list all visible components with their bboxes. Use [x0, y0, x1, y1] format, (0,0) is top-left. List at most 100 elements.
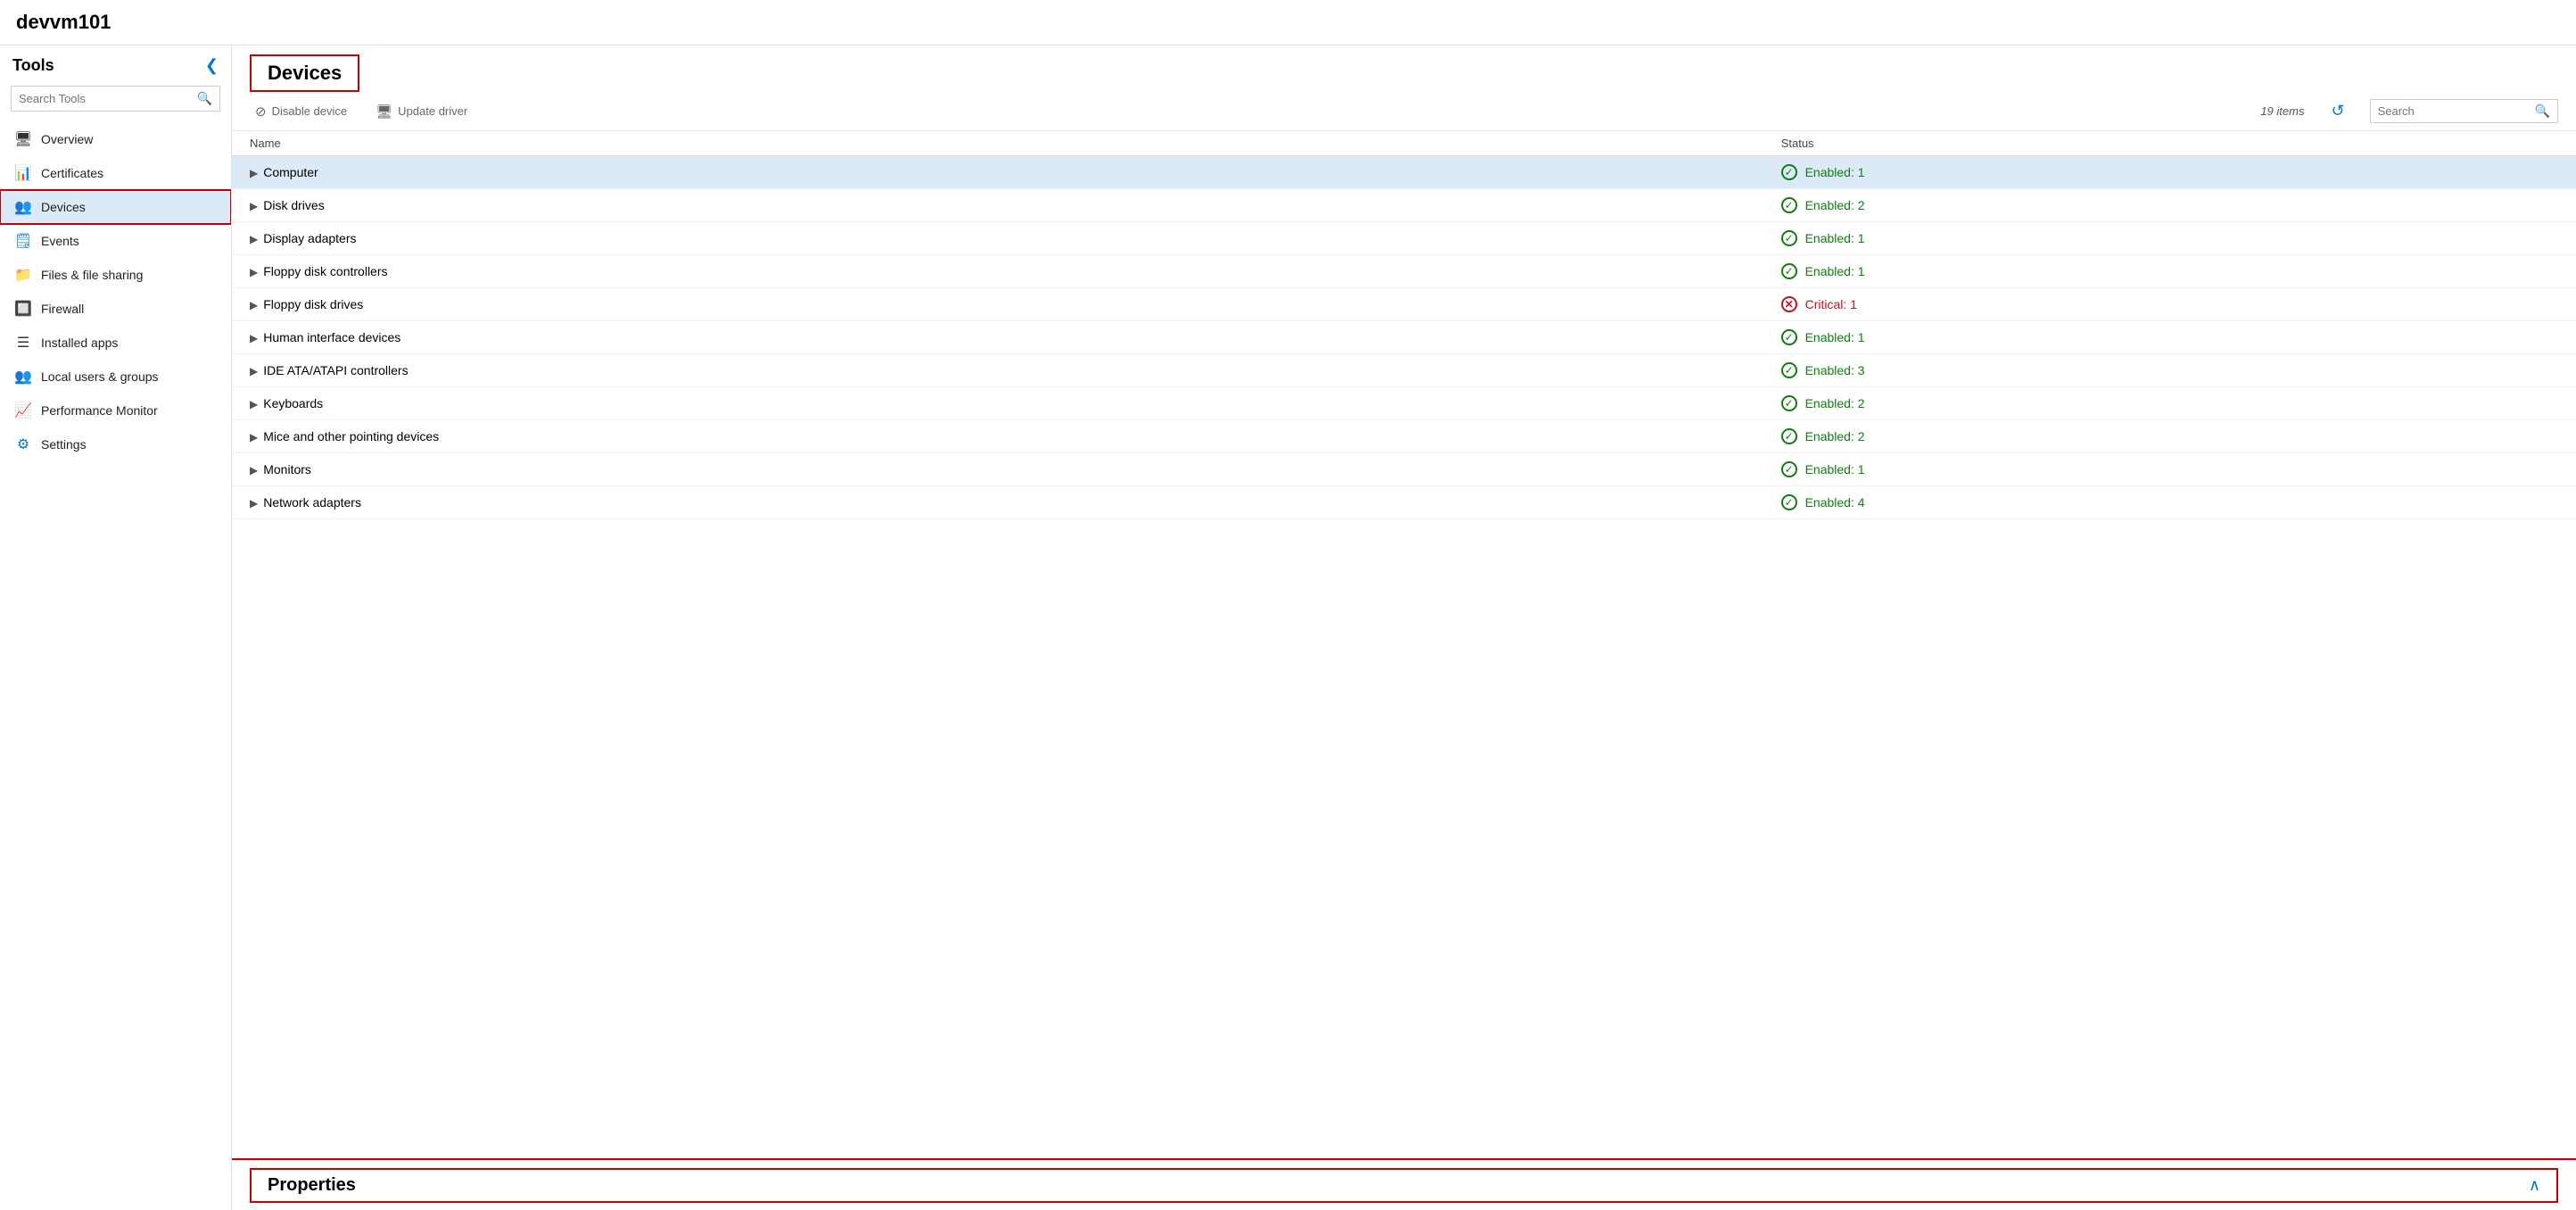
sidebar-item-label-devices: Devices [41, 200, 217, 214]
status-enabled: ✓ Enabled: 1 [1781, 461, 2558, 477]
sidebar-item-files-sharing[interactable]: 📁Files & file sharing [0, 258, 231, 292]
expand-icon[interactable]: ▶ [250, 332, 258, 344]
expand-icon[interactable]: ▶ [250, 398, 258, 410]
enabled-icon: ✓ [1781, 230, 1797, 246]
expand-icon[interactable]: ▶ [250, 365, 258, 377]
sidebar-item-label-settings: Settings [41, 437, 217, 452]
expand-icon[interactable]: ▶ [250, 167, 258, 179]
table-row[interactable]: ▶Floppy disk drives✕ Critical: 1 [232, 288, 2576, 321]
table-row[interactable]: ▶Monitors ✓ Enabled: 1 [232, 453, 2576, 486]
disable-device-button[interactable]: ⊘ Disable device [250, 100, 352, 123]
sidebar-search-box[interactable]: 🔍 [11, 86, 220, 112]
sidebar-item-local-users[interactable]: 👥 Local users & groups [0, 360, 231, 394]
status-enabled: ✓ Enabled: 1 [1781, 164, 2558, 180]
update-driver-icon: 🖥 [376, 104, 392, 120]
device-name-cell: ▶Human interface devices [232, 321, 1763, 354]
device-status-cell: ✓ Enabled: 4 [1763, 486, 2576, 519]
devices-panel: Devices ⊘ Disable device 🖥 Update driver… [232, 46, 2576, 1160]
properties-panel: Properties ∧ [232, 1160, 2576, 1210]
sidebar-title: Tools [12, 56, 54, 75]
enabled-icon: ✓ [1781, 461, 1797, 477]
sidebar-item-label-certificates: Certificates [41, 166, 217, 180]
enabled-icon: ✓ [1781, 197, 1797, 213]
sidebar-collapse-button[interactable]: ❮ [205, 56, 219, 75]
table-row[interactable]: ▶Mice and other pointing devices ✓ Enable… [232, 420, 2576, 453]
sidebar-search-input[interactable] [19, 92, 197, 105]
overview-icon: 🖥 [14, 130, 32, 148]
expand-icon[interactable]: ▶ [250, 431, 258, 443]
panel-title-box: Devices [250, 54, 359, 92]
disable-device-label: Disable device [272, 104, 348, 118]
expand-icon[interactable]: ▶ [250, 464, 258, 477]
device-name-cell: ▶Keyboards [232, 387, 1763, 420]
expand-icon[interactable]: ▶ [250, 233, 258, 245]
device-name-cell: ▶Floppy disk controllers [232, 255, 1763, 288]
sidebar-header: Tools ❮ [0, 46, 231, 82]
status-enabled: ✓ Enabled: 4 [1781, 494, 2558, 510]
app-title: devvm101 [0, 0, 2576, 46]
critical-icon: ✕ [1781, 296, 1797, 312]
devices-search-input[interactable] [2378, 104, 2535, 118]
table-row[interactable]: ▶Keyboards✓ Enabled: 2 [232, 387, 2576, 420]
devices-table: Name Status ▶Computer✓ Enabled: 1▶Disk d… [232, 131, 2576, 519]
col-status: Status [1763, 131, 2576, 156]
table-row[interactable]: ▶Disk drives ✓ Enabled: 2 [232, 189, 2576, 222]
table-row[interactable]: ▶Computer ✓ Enabled: 1 [232, 156, 2576, 189]
sidebar-item-firewall[interactable]: 🔲Firewall [0, 292, 231, 326]
enabled-icon: ✓ [1781, 362, 1797, 378]
devices-search-box[interactable]: 🔍 [2370, 99, 2558, 123]
local-users-icon: 👥 [14, 368, 32, 385]
properties-collapse-button[interactable]: ∧ [2529, 1176, 2540, 1195]
sidebar-item-devices[interactable]: 👥Devices [0, 190, 231, 224]
sidebar-item-installed-apps[interactable]: ☰ Installed apps [0, 326, 231, 360]
expand-icon[interactable]: ▶ [250, 299, 258, 311]
device-status-cell: ✓ Enabled: 1 [1763, 222, 2576, 255]
installed-apps-icon: ☰ [14, 334, 32, 352]
device-status-cell: ✓ Enabled: 2 [1763, 420, 2576, 453]
sidebar-item-certificates[interactable]: 📊Certificates [0, 156, 231, 190]
sidebar-item-label-overview: Overview [41, 132, 217, 146]
table-row[interactable]: ▶Network adapters ✓ Enabled: 4 [232, 486, 2576, 519]
device-status-cell: ✕ Critical: 1 [1763, 288, 2576, 321]
enabled-icon: ✓ [1781, 494, 1797, 510]
header-row: Name Status [232, 131, 2576, 156]
device-name-cell: ▶Display adapters [232, 222, 1763, 255]
sidebar-item-settings[interactable]: ⚙Settings [0, 427, 231, 461]
device-name-cell: ▶Mice and other pointing devices [232, 420, 1763, 453]
sidebar-item-label-performance: Performance Monitor [41, 403, 217, 418]
sidebar-item-label-events: Events [41, 234, 217, 248]
table-row[interactable]: ▶Floppy disk controllers✓ Enabled: 1 [232, 255, 2576, 288]
update-driver-button[interactable]: 🖥 Update driver [370, 100, 473, 123]
device-name-cell: ▶Monitors [232, 453, 1763, 486]
sidebar-search-icon: 🔍 [197, 91, 212, 106]
device-status-cell: ✓ Enabled: 1 [1763, 321, 2576, 354]
status-enabled: ✓ Enabled: 2 [1781, 428, 2558, 444]
devices-table-body: ▶Computer✓ Enabled: 1▶Disk drives✓ Enabl… [232, 156, 2576, 519]
panel-title: Devices [268, 62, 342, 84]
firewall-icon: 🔲 [14, 300, 32, 318]
devices-table-header: Name Status [232, 131, 2576, 156]
enabled-icon: ✓ [1781, 329, 1797, 345]
sidebar-item-label-local-users: Local users & groups [41, 369, 217, 384]
expand-icon[interactable]: ▶ [250, 200, 258, 212]
sidebar-item-label-installed-apps: Installed apps [41, 336, 217, 350]
expand-icon[interactable]: ▶ [250, 497, 258, 510]
performance-icon: 📈 [14, 402, 32, 419]
sidebar-item-events[interactable]: 🗒Events [0, 224, 231, 258]
expand-icon[interactable]: ▶ [250, 266, 258, 278]
device-name-cell: ▶Computer [232, 156, 1763, 189]
update-driver-label: Update driver [398, 104, 467, 118]
table-row[interactable]: ▶IDE ATA/ATAPI controllers✓ Enabled: 3 [232, 354, 2576, 387]
sidebar-item-performance[interactable]: 📈 Performance Monitor [0, 394, 231, 427]
device-name-cell: ▶Network adapters [232, 486, 1763, 519]
sidebar-scroll-wrapper: 🖥Overview📊Certificates👥Devices🗒Events📁Fi… [0, 122, 231, 1210]
status-enabled: ✓ Enabled: 2 [1781, 197, 2558, 213]
device-name-cell: ▶Disk drives [232, 189, 1763, 222]
sidebar-nav: 🖥Overview📊Certificates👥Devices🗒Events📁Fi… [0, 122, 231, 461]
refresh-button[interactable]: ↺ [2331, 102, 2344, 120]
table-row[interactable]: ▶Human interface devices✓ Enabled: 1 [232, 321, 2576, 354]
table-row[interactable]: ▶Display adapters✓ Enabled: 1 [232, 222, 2576, 255]
properties-title-box: Properties ∧ [250, 1168, 2558, 1203]
sidebar-item-overview[interactable]: 🖥 Overview [0, 122, 231, 156]
device-status-cell: ✓ Enabled: 2 [1763, 387, 2576, 420]
